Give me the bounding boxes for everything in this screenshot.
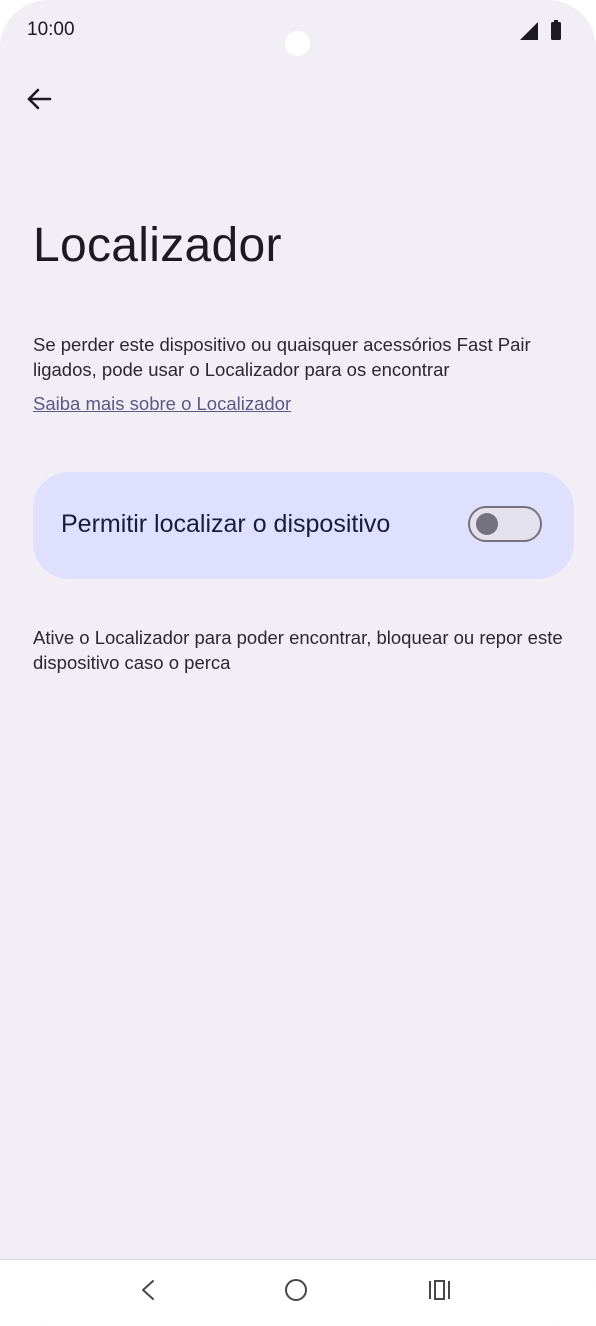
circle-home-icon[interactable] — [281, 1275, 311, 1305]
recents-icon[interactable] — [425, 1275, 455, 1305]
navigation-bar — [0, 1259, 596, 1326]
arrow-back-icon[interactable] — [24, 84, 54, 114]
status-time: 10:00 — [27, 19, 75, 40]
allow-find-device-toggle-row[interactable]: Permitir localizar o dispositivo — [33, 472, 574, 579]
page-title: Localizador — [33, 219, 282, 272]
toggle-label: Permitir localizar o dispositivo — [61, 510, 391, 538]
cell-signal-icon — [520, 22, 538, 40]
learn-more-link[interactable]: Saiba mais sobre o Localizador — [33, 393, 291, 415]
camera-cutout — [285, 31, 310, 56]
allow-find-device-switch[interactable] — [468, 506, 542, 542]
chevron-back-icon[interactable] — [134, 1275, 164, 1305]
phone-screen: 10:00 Localizador Se perder este disposi… — [0, 0, 596, 1326]
status-bar: 10:00 — [0, 0, 596, 62]
battery-icon — [551, 20, 561, 40]
switch-thumb — [476, 513, 498, 535]
intro-text: Se perder este dispositivo ou quaisquer … — [33, 334, 531, 380]
footer-description: Ative o Localizador para poder encontrar… — [33, 627, 563, 673]
